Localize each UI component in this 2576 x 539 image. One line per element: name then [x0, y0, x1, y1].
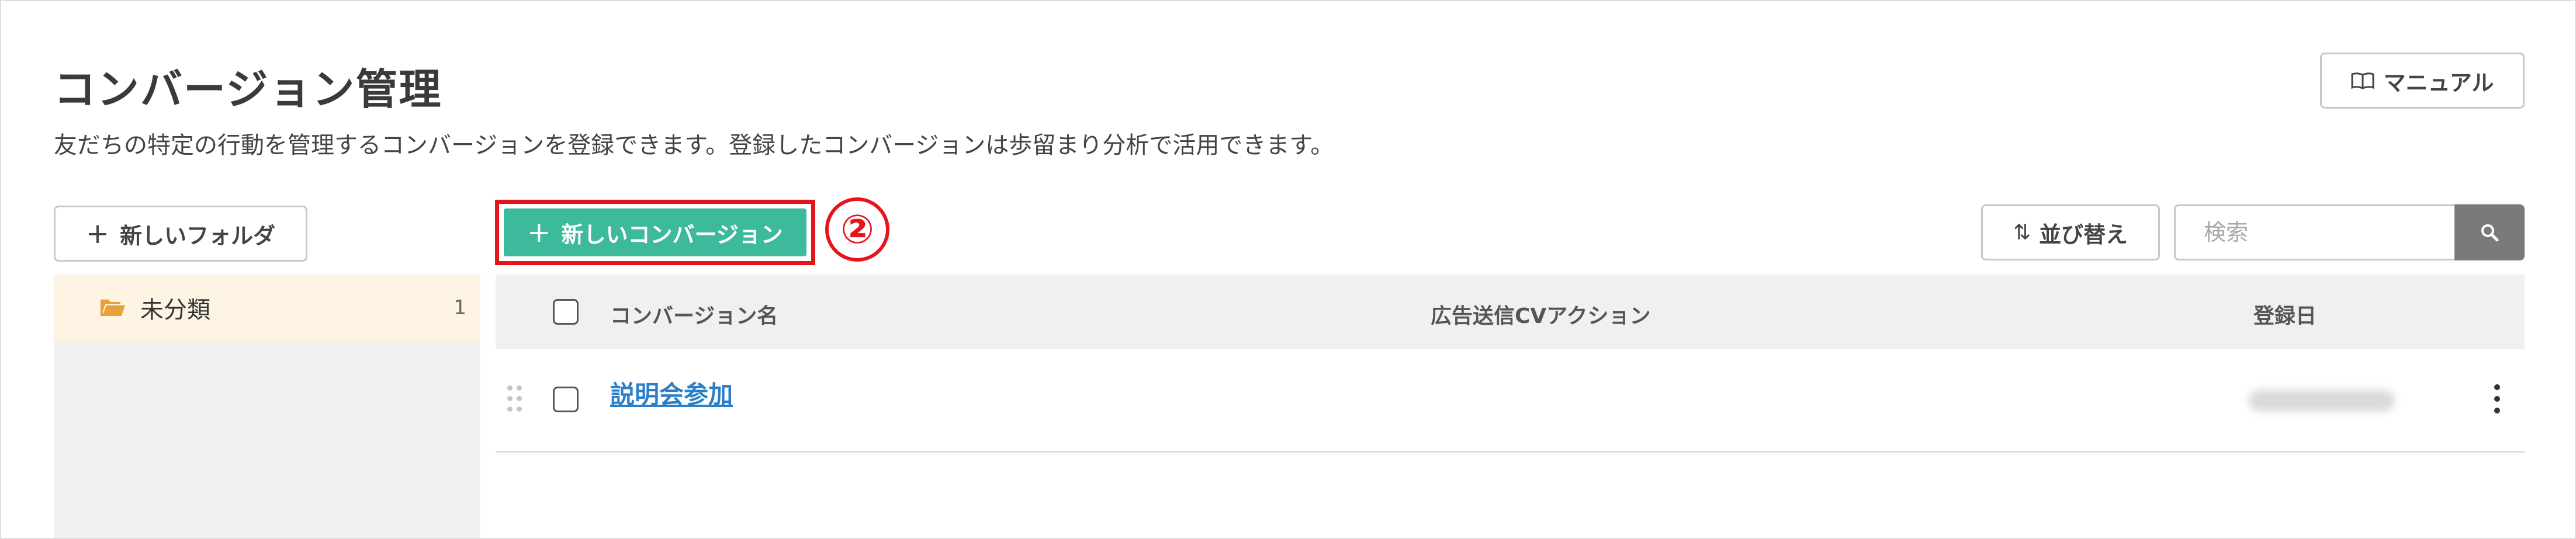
more-options-icon[interactable] [2488, 384, 2506, 417]
column-header-name: コンバージョン名 [610, 304, 778, 328]
folder-sidebar: 未分類 1 [54, 274, 480, 538]
plus-icon: + [85, 217, 110, 250]
new-conversion-button[interactable]: + 新しいコンバージョン [504, 208, 806, 256]
sort-label: 並び替え [2039, 221, 2128, 248]
manual-button-label: マニュアル [2383, 69, 2494, 96]
book-icon [2351, 72, 2374, 89]
sort-arrows-icon: ⇅ [2013, 220, 2031, 245]
conversion-name-link[interactable]: 説明会参加 [610, 375, 733, 411]
page-description: 友だちの特定の行動を管理するコンバージョンを登録できます。登録したコンバージョン… [54, 132, 1334, 159]
search-input[interactable] [2174, 204, 2454, 260]
sort-button[interactable]: ⇅ 並び替え [1981, 204, 2160, 260]
new-conversion-label: 新しいコンバージョン [561, 221, 783, 248]
table-row: 説明会参加 [496, 349, 2525, 453]
folder-item-uncategorized[interactable]: 未分類 1 [54, 274, 480, 341]
page-frame: コンバージョン管理 友だちの特定の行動を管理するコンバージョンを登録できます。登… [0, 0, 2576, 539]
page-title: コンバージョン管理 [54, 65, 442, 114]
step-marker: ② [825, 197, 889, 262]
registration-date-redacted [2249, 390, 2395, 411]
folder-open-icon [101, 300, 125, 316]
folder-label: 未分類 [140, 297, 210, 324]
search-button[interactable] [2454, 204, 2525, 260]
table-header: コンバージョン名 広告送信CVアクション 登録日 [496, 274, 2525, 349]
folder-count: 1 [453, 296, 466, 319]
highlight-box: + 新しいコンバージョン [495, 200, 815, 265]
column-header-cv-action: 広告送信CVアクション [1431, 304, 1651, 328]
row-checkbox[interactable] [553, 387, 579, 412]
plus-icon: + [527, 216, 551, 249]
search-icon [2481, 224, 2499, 242]
drag-handle-icon[interactable] [507, 385, 524, 413]
column-header-date: 登録日 [2253, 304, 2317, 328]
new-folder-label: 新しいフォルダ [120, 222, 276, 249]
manual-button[interactable]: マニュアル [2320, 53, 2525, 109]
new-folder-button[interactable]: + 新しいフォルダ [54, 206, 307, 262]
select-all-checkbox[interactable] [553, 299, 579, 325]
